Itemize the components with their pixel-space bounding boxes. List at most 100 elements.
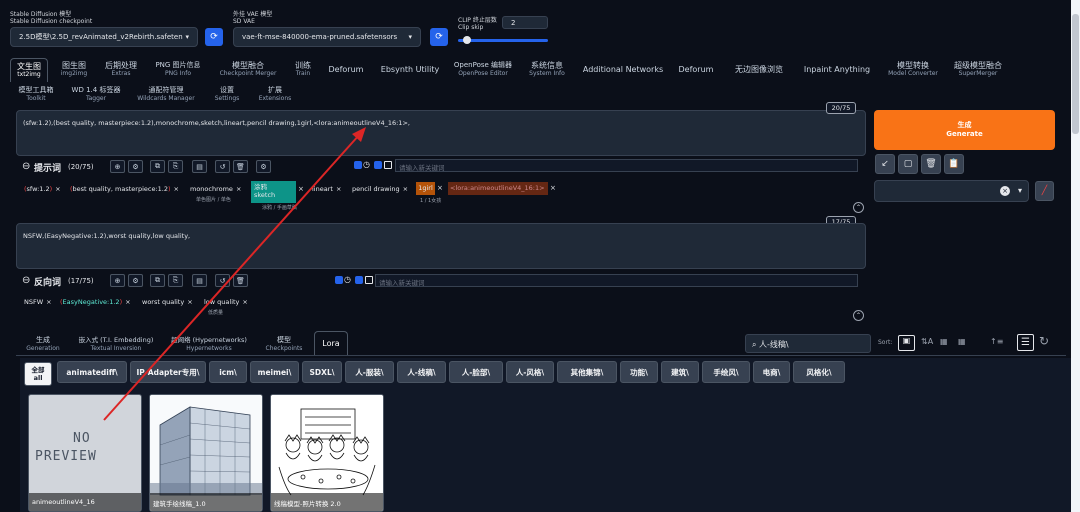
filter-button[interactable]: meimei\ [250, 361, 299, 383]
clear-icon[interactable]: × [1000, 186, 1010, 196]
filter-button[interactable]: 人-风格\ [506, 361, 554, 383]
sort-alpha-icon[interactable]: ⇅A [921, 337, 933, 346]
settings-icon[interactable]: ⚙ [256, 160, 271, 173]
lora-card[interactable]: 建筑手绘线稿_1.0 [149, 394, 263, 512]
prompt-chip-lora[interactable]: <lora:animeoutlineV4_16:1> [448, 182, 548, 195]
arrow-icon[interactable]: ↙ [875, 154, 895, 174]
undo-icon[interactable]: ↺ [215, 274, 230, 287]
filter-button[interactable]: 手绘风\ [702, 361, 750, 383]
clipboard-icon[interactable]: 📋 [944, 154, 964, 174]
checkpoint-select[interactable]: 2.5D模型\2.5D_revAnimated_v2Rebirth.safete… [10, 27, 198, 47]
prompt-chip-highlighted[interactable]: 涂鸦 sketch [251, 181, 296, 203]
tab-extensions[interactable]: 扩展 Extensions [256, 86, 294, 102]
tab-checkpoints[interactable]: 模型 Checkpoints [262, 336, 306, 352]
filter-button[interactable]: 功能\ [620, 361, 658, 383]
tab-hypernetworks[interactable]: 超网络 (Hypernetworks) Hypernetworks [168, 336, 250, 352]
filter-button[interactable]: 风格化\ [793, 361, 845, 383]
lora-card[interactable]: 线稿模型-照片转换 2.0 [270, 394, 384, 512]
filter-all[interactable]: 全部 all [24, 362, 52, 386]
trash-icon[interactable]: 🗑 [233, 160, 248, 173]
collapse-up-icon[interactable]: ⌃ [853, 310, 864, 321]
prompt-collapse-icon[interactable]: ⊖ [22, 161, 30, 172]
chip-remove-icon[interactable]: × [550, 184, 556, 192]
prompt-chip[interactable]: monochrome × [190, 183, 241, 195]
undo-icon[interactable]: ↺ [215, 160, 230, 173]
tab-txt2img[interactable]: 文生图 txt2img [10, 58, 48, 82]
tab-png-info[interactable]: PNG 图片信息 PNG Info [152, 61, 204, 77]
clock-icon[interactable]: ◷ [344, 275, 351, 284]
chip-remove-icon[interactable]: × [437, 184, 443, 192]
tab-extras[interactable]: 后期处理 Extras [102, 61, 140, 77]
tab-generation[interactable]: 生成 Generation [24, 336, 62, 352]
vae-select[interactable]: vae-ft-mse-840000-ema-pruned.safetensors… [233, 27, 421, 47]
tab-checkpoint-merger[interactable]: 模型融合 Checkpoint Merger [214, 61, 282, 77]
prompt-chip[interactable]: lineart × [312, 183, 341, 195]
copy-icon[interactable]: ⧉ [150, 274, 165, 287]
prompt-textarea[interactable]: (sfw:1.2),(best quality, masterpiece:1.2… [16, 110, 866, 156]
filter-button[interactable]: 人-线稿\ [397, 361, 446, 383]
negative-collapse-icon[interactable]: ⊖ [22, 275, 30, 286]
tab-tagger[interactable]: WD 1.4 标签器 Tagger [70, 86, 122, 102]
negative-chip[interactable]: (EasyNegative:1.2) × [60, 296, 131, 308]
tab-openpose-editor[interactable]: OpenPose 编辑器 OpenPose Editor [452, 61, 514, 77]
negative-new-keyword-input[interactable]: 请输入新关键词 [375, 274, 858, 287]
tab-inpaint-anything[interactable]: Inpaint Anything [802, 65, 872, 74]
paste-icon[interactable]: ⎘ [168, 160, 183, 173]
filter-button[interactable]: 其他集锦\ [557, 361, 617, 383]
sort-direction-icon[interactable]: ↑≡ [990, 337, 1003, 346]
clip-skip-slider-track[interactable] [458, 39, 548, 42]
scrollbar[interactable] [1071, 0, 1080, 512]
prompt-chip[interactable]: (sfw:1.2) × [24, 183, 61, 195]
filter-button[interactable]: SDXL\ [302, 361, 342, 383]
lora-card[interactable]: NO PREVIEW animeoutlineV4_16 [28, 394, 142, 512]
gear-icon[interactable]: ⚙ [128, 160, 143, 173]
prompt-chip-weighted[interactable]: 1girl [416, 182, 435, 195]
negative-prompt-textarea[interactable]: NSFW,(EasyNegative:1.2),worst quality,lo… [16, 223, 866, 269]
collapse-up-icon[interactable]: ⌃ [853, 202, 864, 213]
prompt-chip[interactable]: (best quality, masterpiece:1.2) × [70, 183, 179, 195]
copy-icon[interactable]: ⧉ [150, 160, 165, 173]
tab-toolkit[interactable]: 模型工具箱 Toolkit [12, 86, 60, 102]
scrollbar-thumb[interactable] [1072, 14, 1079, 134]
styles-select[interactable]: × ▾ [874, 180, 1029, 202]
clip-skip-input[interactable]: 2 [502, 16, 548, 29]
filter-button[interactable]: icm\ [209, 361, 247, 383]
history-icon[interactable]: ▤ [192, 274, 207, 287]
filter-button[interactable]: 人-脸部\ [449, 361, 503, 383]
chip-remove-icon[interactable]: × [298, 185, 304, 193]
checkbox-icon[interactable] [355, 276, 363, 284]
negative-chip[interactable]: low quality × [204, 296, 248, 308]
brush-icon[interactable]: ╱ [1035, 181, 1054, 201]
filter-button[interactable]: 人-服装\ [345, 361, 394, 383]
checkbox-icon[interactable] [365, 276, 373, 284]
clip-skip-slider-thumb[interactable] [463, 36, 471, 44]
tab-ebsynth-utility[interactable]: Ebsynth Utility [378, 65, 442, 74]
history-icon[interactable]: ▤ [192, 160, 207, 173]
negative-chip[interactable]: worst quality × [142, 296, 193, 308]
generate-button[interactable]: 生成 Generate [874, 110, 1055, 150]
tab-wildcards-manager[interactable]: 通配符管理 Wildcards Manager [134, 86, 198, 102]
paste-icon[interactable]: ⎘ [168, 274, 183, 287]
filter-button[interactable]: IP-Adapter专用\ [130, 361, 206, 383]
network-search-input[interactable]: ⌕ 人-线稿\ [745, 334, 871, 353]
refresh-icon[interactable]: ↻ [1039, 334, 1049, 348]
tab-train[interactable]: 训练 Train [290, 61, 316, 77]
sort-name-icon[interactable]: ▣ [898, 335, 915, 351]
tab-infinite-image-browsing[interactable]: 无边图像浏览 [728, 65, 790, 74]
globe-icon[interactable]: ⊕ [110, 160, 125, 173]
negative-chip[interactable]: NSFW × [24, 296, 52, 308]
checkbox-icon[interactable] [384, 161, 392, 169]
tab-deforum-2[interactable]: Deforum [676, 65, 716, 74]
filter-button[interactable]: 建筑\ [661, 361, 699, 383]
tab-img2img[interactable]: 图生图 img2img [57, 61, 91, 77]
refresh-vae-button[interactable]: ⟳ [430, 28, 448, 46]
tab-supermerger[interactable]: 超级模型融合 SuperMerger [952, 61, 1004, 77]
checkbox-icon[interactable] [354, 161, 362, 169]
gear-icon[interactable]: ⚙ [128, 274, 143, 287]
new-keyword-input[interactable]: 请输入新关键词 [395, 159, 858, 172]
filter-button[interactable]: 电商\ [753, 361, 790, 383]
tab-additional-networks[interactable]: Additional Networks [582, 65, 664, 74]
tab-system-info[interactable]: 系统信息 System Info [524, 61, 570, 77]
checkbox-icon[interactable] [374, 161, 382, 169]
trash-icon[interactable]: 🗑 [921, 154, 941, 174]
